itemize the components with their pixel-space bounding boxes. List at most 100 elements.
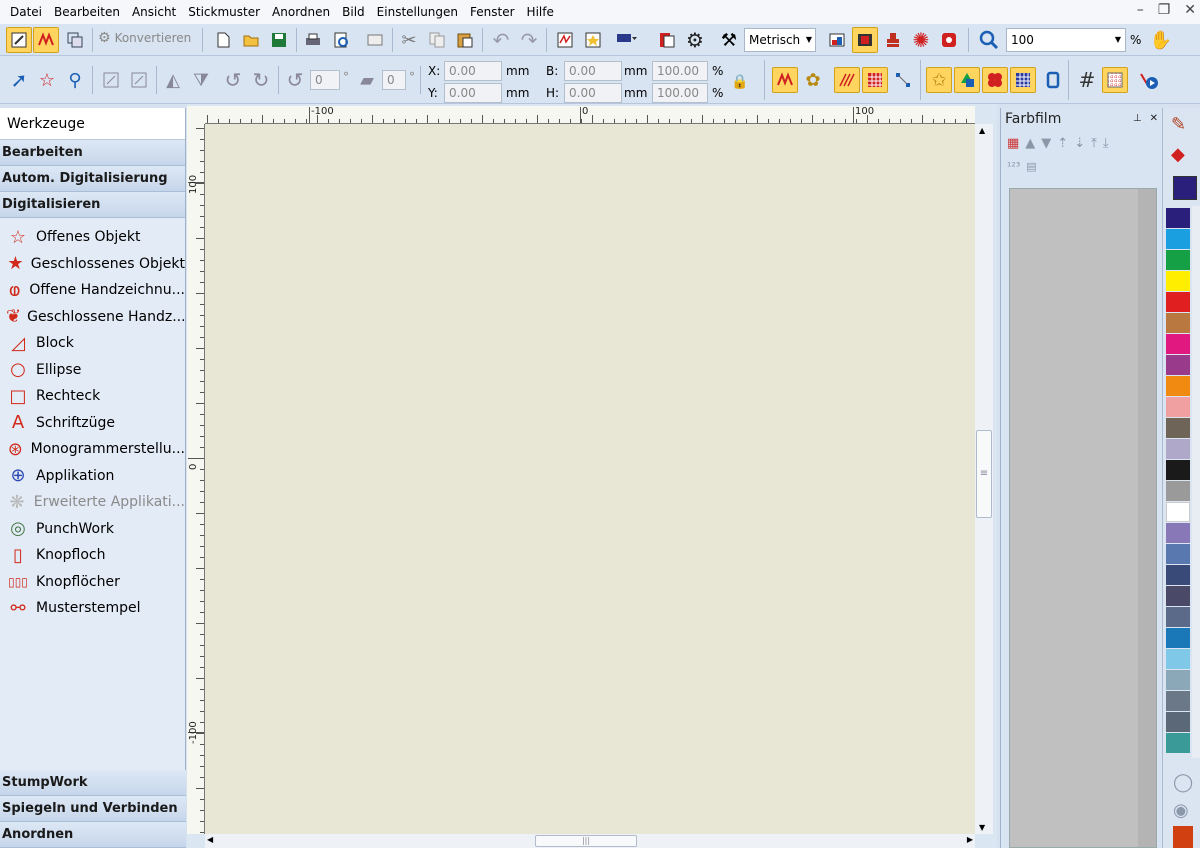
color-swatch[interactable] (1166, 607, 1190, 627)
stamp-button[interactable] (880, 27, 906, 53)
show-stitches-button[interactable] (852, 27, 878, 53)
undo-button[interactable]: ↶ (488, 27, 514, 53)
color-swatch[interactable] (1166, 733, 1190, 753)
move-up-icon[interactable]: ▼ (1041, 136, 1051, 151)
color-swatch[interactable] (1166, 481, 1190, 501)
tool-item[interactable]: □ Rechteck (0, 383, 185, 410)
ring-icon[interactable]: ◯ (1173, 772, 1193, 793)
section-anordnen[interactable]: Anordnen (0, 822, 186, 848)
move-last-icon[interactable]: ⤓ (1103, 136, 1109, 151)
color-swatch[interactable] (1166, 565, 1190, 585)
section-digitalisieren[interactable]: Digitalisieren (0, 192, 185, 218)
proportional-lock-button[interactable]: 🔒 (730, 70, 750, 94)
color-swatch[interactable] (1166, 502, 1190, 522)
pan-button[interactable]: ✋ (1148, 27, 1174, 53)
palette-view-icon[interactable]: ▦ (1007, 136, 1019, 151)
stitch-player-button[interactable] (1136, 67, 1162, 93)
menu-bearbeiten[interactable]: Bearbeiten (48, 0, 126, 24)
vertical-scroll-thumb[interactable]: ≡ (976, 430, 992, 518)
scroll-right-icon[interactable]: ▶ (967, 835, 973, 844)
resize2-button[interactable] (126, 67, 152, 93)
spool-icon[interactable] (1173, 826, 1193, 848)
menu-einstellungen[interactable]: Einstellungen (371, 0, 464, 24)
color-swatch[interactable] (1166, 250, 1190, 270)
outline-button[interactable]: ✿ (800, 67, 826, 93)
move-up-step-icon[interactable]: ⇡ (1057, 136, 1068, 151)
cut-button[interactable]: ✂ (396, 27, 422, 53)
tool-item[interactable]: ❦ Geschlossene Handz... (0, 304, 185, 331)
color-swatch[interactable] (1166, 544, 1190, 564)
grid-select-button[interactable] (936, 27, 962, 53)
scroll-left-icon[interactable]: ◀ (207, 835, 213, 844)
tool-item[interactable]: ★ Geschlossenes Objekt (0, 251, 185, 278)
tool-item[interactable]: ⱷ Offene Handzeichnu... (0, 277, 185, 304)
farbfilm-list[interactable] (1009, 188, 1157, 848)
section-mirror-connect[interactable]: Spiegeln und Verbinden (0, 796, 186, 822)
minimize-icon[interactable]: – (1137, 2, 1144, 18)
tools-button[interactable]: ⚒ (716, 27, 742, 53)
width-percent-input[interactable]: 100.00 (652, 61, 708, 81)
move-first-icon[interactable]: ⤒ (1091, 136, 1097, 151)
vertical-scrollbar[interactable]: ▲ ≡ ▼ (975, 124, 993, 834)
rotate-angle-input[interactable]: 0 (310, 70, 340, 90)
design-mode-button[interactable] (6, 27, 32, 53)
units-select[interactable]: Metrisch ▼ (744, 28, 816, 52)
fill-color-button[interactable]: ◆ (1171, 144, 1185, 165)
group-icon[interactable]: ▤ (1026, 160, 1036, 173)
new-file-button[interactable] (210, 27, 236, 53)
scroll-up-icon[interactable]: ▲ (979, 126, 985, 135)
rotate-left-button[interactable]: ↺ (220, 67, 246, 93)
menu-hilfe[interactable]: Hilfe (521, 0, 560, 24)
section-auto-digitize[interactable]: Autom. Digitalisierung (0, 166, 185, 192)
menu-stickmuster[interactable]: Stickmuster (182, 0, 266, 24)
color-swatch[interactable] (1166, 313, 1190, 333)
object-shape-button[interactable]: ✩ (926, 67, 952, 93)
tool-item[interactable]: ❋ Erweiterte Applikati... (0, 489, 185, 516)
close-window-icon[interactable]: ✕ (1184, 2, 1196, 18)
wheel-icon[interactable]: ◉ (1173, 800, 1189, 821)
tool-item[interactable]: ⚯ Musterstempel (0, 595, 185, 622)
width-input[interactable]: 0.00 (564, 61, 622, 81)
palette-scrollbar[interactable] (1192, 206, 1200, 758)
print-preview-button[interactable] (328, 27, 354, 53)
tool-item[interactable]: ○ Ellipse (0, 357, 185, 384)
menu-anordnen[interactable]: Anordnen (266, 0, 336, 24)
pattern-fill-button[interactable] (862, 67, 888, 93)
eyedropper-button[interactable]: ✎ (1171, 114, 1186, 135)
pin-icon[interactable]: ⊥ (1133, 108, 1142, 130)
color-swatch[interactable] (1166, 229, 1190, 249)
color-swatch[interactable] (1166, 712, 1190, 732)
mirror-horizontal-button[interactable]: ◭ (160, 67, 186, 93)
color-swatch[interactable] (1166, 586, 1190, 606)
open-file-button[interactable] (238, 27, 264, 53)
path-button[interactable] (890, 67, 916, 93)
rotate-right-button[interactable]: ↻ (248, 67, 274, 93)
multi-shape-button[interactable] (954, 67, 980, 93)
hoop-button[interactable] (614, 27, 640, 53)
horizontal-scrollbar[interactable]: ◀ ||| ▶ (205, 834, 975, 848)
menu-datei[interactable]: Datei (4, 0, 48, 24)
save-button[interactable] (266, 27, 292, 53)
menu-ansicht[interactable]: Ansicht (126, 0, 182, 24)
color-swatch[interactable] (1166, 439, 1190, 459)
close-panel-icon[interactable]: ✕ (1150, 108, 1158, 130)
color-swatch[interactable] (1166, 523, 1190, 543)
grid-fill-button[interactable] (1010, 67, 1036, 93)
zoom-select[interactable]: 100 ▼ (1006, 28, 1126, 52)
color-swatch[interactable] (1166, 355, 1190, 375)
tool-item[interactable]: ▯▯▯ Knopflöcher (0, 569, 185, 596)
import-stitches-button[interactable] (552, 27, 578, 53)
grid-settings-button[interactable] (1102, 67, 1128, 93)
paste-button[interactable] (452, 27, 478, 53)
copy-button[interactable] (424, 27, 450, 53)
circles-button[interactable] (982, 67, 1008, 93)
hoop-view-button[interactable] (1040, 67, 1066, 93)
section-stumpwork[interactable]: StumpWork (0, 770, 186, 796)
tool-item[interactable]: ☆ Offenes Objekt (0, 224, 185, 251)
stitch-type-button[interactable] (772, 67, 798, 93)
scroll-down-icon[interactable]: ▼ (979, 823, 985, 832)
tool-item[interactable]: ⊕ Applikation (0, 463, 185, 490)
color-swatch[interactable] (1166, 649, 1190, 669)
tool-item[interactable]: ◿ Block (0, 330, 185, 357)
import-artwork-button[interactable] (580, 27, 606, 53)
